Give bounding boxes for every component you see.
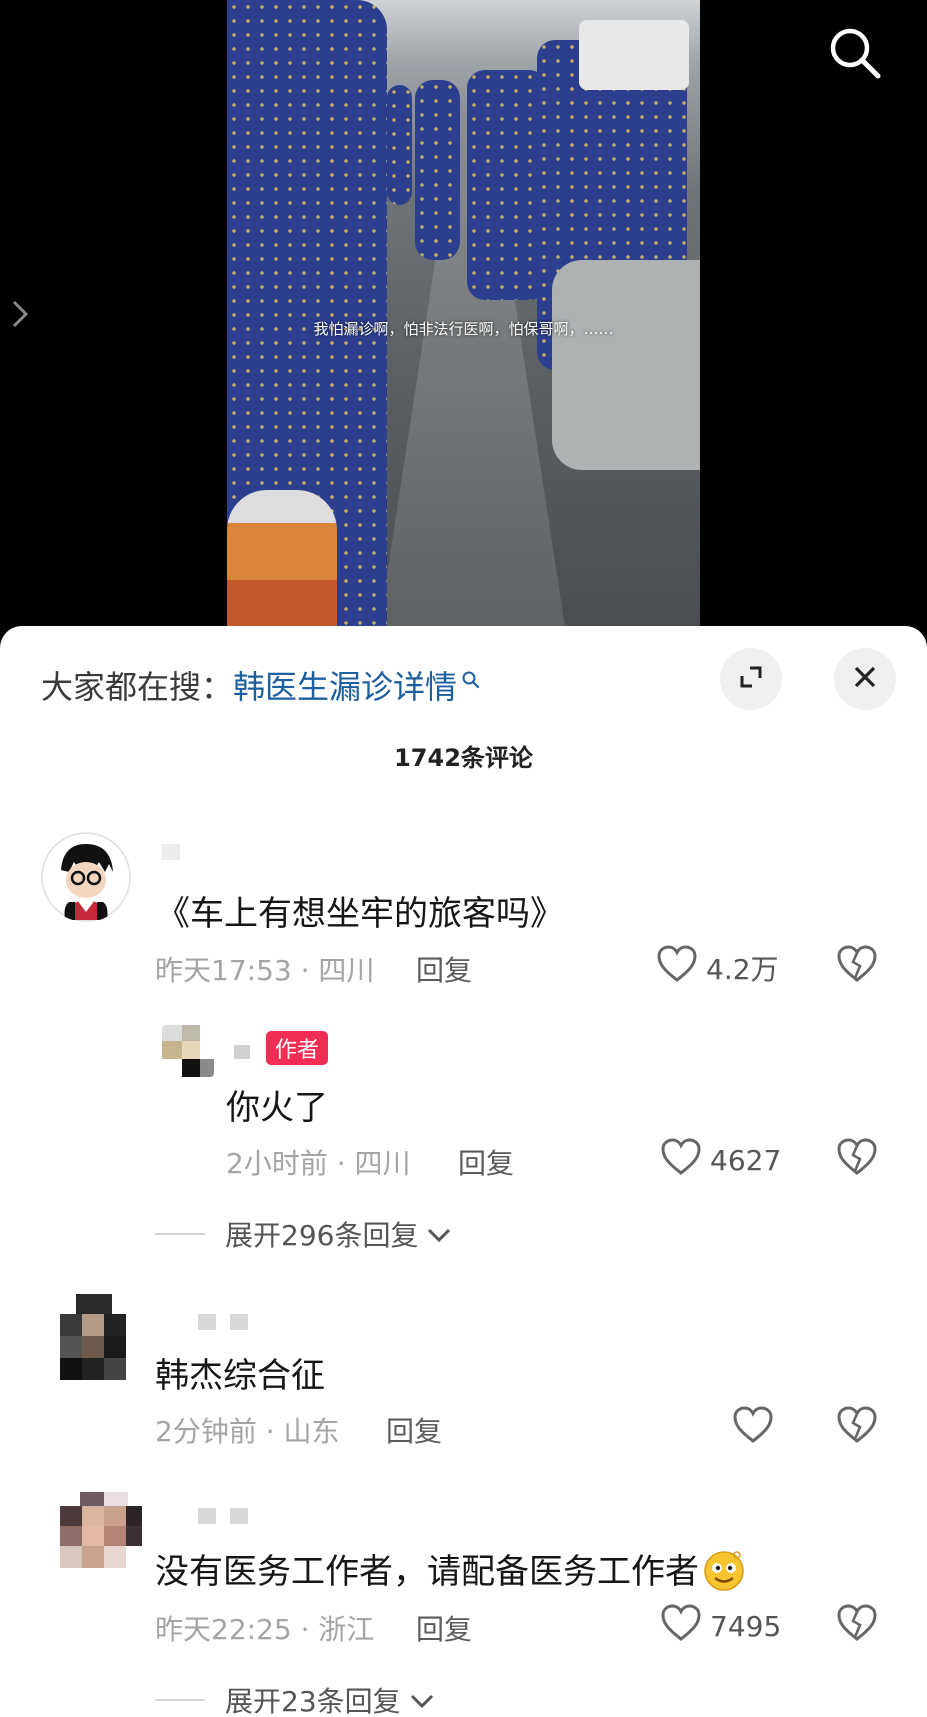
broken-heart-icon	[836, 1604, 878, 1647]
comment-count: 1742条评论	[394, 744, 533, 772]
comment-sheet: 大家都在搜：韩医生漏诊详情 1742条评论 《车上有想坐牢的旅客吗》 昨天17:…	[0, 626, 927, 1717]
comment-text: 韩杰综合征	[155, 1356, 325, 1396]
username-redacted[interactable]	[198, 1314, 262, 1330]
comment-time-location: 2分钟前 · 山东	[155, 1415, 340, 1448]
like-button[interactable]: 4627	[660, 1137, 781, 1184]
like-button[interactable]: 7495	[660, 1603, 781, 1650]
trending-search-prefix: 大家都在搜：	[41, 668, 234, 706]
comment-text: 《车上有想坐牢的旅客吗》	[156, 894, 564, 934]
heart-icon	[656, 944, 706, 991]
expand-replies-button[interactable]: 展开296条回复	[155, 1214, 452, 1254]
like-button[interactable]: 4.2万	[656, 944, 779, 991]
passenger	[552, 260, 700, 470]
divider	[155, 1699, 205, 1701]
avatar[interactable]	[162, 1025, 214, 1077]
avatar[interactable]	[54, 1492, 144, 1580]
comment-time-location: 2小时前 · 四川	[226, 1147, 411, 1180]
like-button[interactable]	[732, 1405, 782, 1452]
train-seat	[467, 70, 547, 300]
broken-heart-icon	[836, 1406, 878, 1449]
dislike-button[interactable]	[836, 1603, 878, 1647]
like-count: 4627	[710, 1144, 782, 1177]
reply-button[interactable]: 回复	[386, 1410, 442, 1450]
username-redacted[interactable]	[162, 844, 194, 860]
train-seat	[387, 85, 412, 205]
comment-time-location: 昨天22:25 · 浙江	[155, 1613, 375, 1646]
username-redacted[interactable]	[234, 1044, 264, 1059]
avatar[interactable]	[54, 1294, 134, 1384]
comment-text: 你火了	[226, 1088, 328, 1128]
reply-button[interactable]: 回复	[416, 949, 472, 989]
search-icon[interactable]	[826, 24, 884, 82]
expand-replies-label: 展开296条回复	[225, 1219, 419, 1252]
trending-search[interactable]: 大家都在搜：韩医生漏诊详情	[41, 662, 481, 708]
comment-text: 没有医务工作者，请配备医务工作者	[155, 1544, 747, 1601]
divider	[155, 1233, 205, 1235]
reply-button[interactable]: 回复	[416, 1608, 472, 1648]
expand-icon	[736, 662, 766, 696]
dislike-button[interactable]	[836, 1405, 878, 1449]
seat-headrest-cover	[579, 20, 689, 90]
expand-replies-label: 展开23条回复	[225, 1685, 401, 1717]
author-badge: 作者	[266, 1031, 329, 1065]
expand-replies-button[interactable]: 展开23条回复	[155, 1680, 435, 1717]
water-bottle	[227, 490, 337, 640]
expand-button[interactable]	[720, 648, 782, 710]
broken-heart-icon	[836, 945, 878, 988]
comment-text-content: 没有医务工作者，请配备医务工作者	[155, 1552, 699, 1592]
heart-icon	[660, 1137, 710, 1184]
emoji-icon	[701, 1546, 747, 1601]
train-seat	[415, 80, 460, 260]
broken-heart-icon	[836, 1138, 878, 1181]
like-count: 7495	[710, 1610, 782, 1643]
username-redacted[interactable]	[198, 1508, 262, 1524]
trending-search-term[interactable]: 韩医生漏诊详情	[233, 668, 457, 706]
close-button[interactable]	[834, 648, 896, 710]
reply-button[interactable]: 回复	[458, 1142, 514, 1182]
close-icon	[851, 663, 879, 695]
video-player[interactable]: 我怕漏诊啊，怕非法行医啊，怕保哥啊，……	[0, 0, 927, 640]
dislike-button[interactable]	[836, 944, 878, 988]
comment-time-location: 昨天17:53 · 四川	[155, 954, 375, 987]
video-subtitle: 我怕漏诊啊，怕非法行医啊，怕保哥啊，……	[313, 320, 614, 338]
chevron-down-icon	[401, 1684, 435, 1717]
dislike-button[interactable]	[836, 1137, 878, 1181]
heart-icon	[732, 1405, 782, 1452]
search-icon	[461, 660, 481, 698]
like-count: 4.2万	[706, 952, 779, 986]
chevron-right-icon[interactable]	[6, 296, 34, 332]
heart-icon	[660, 1603, 710, 1650]
chevron-down-icon	[418, 1218, 452, 1251]
avatar[interactable]	[41, 832, 131, 922]
